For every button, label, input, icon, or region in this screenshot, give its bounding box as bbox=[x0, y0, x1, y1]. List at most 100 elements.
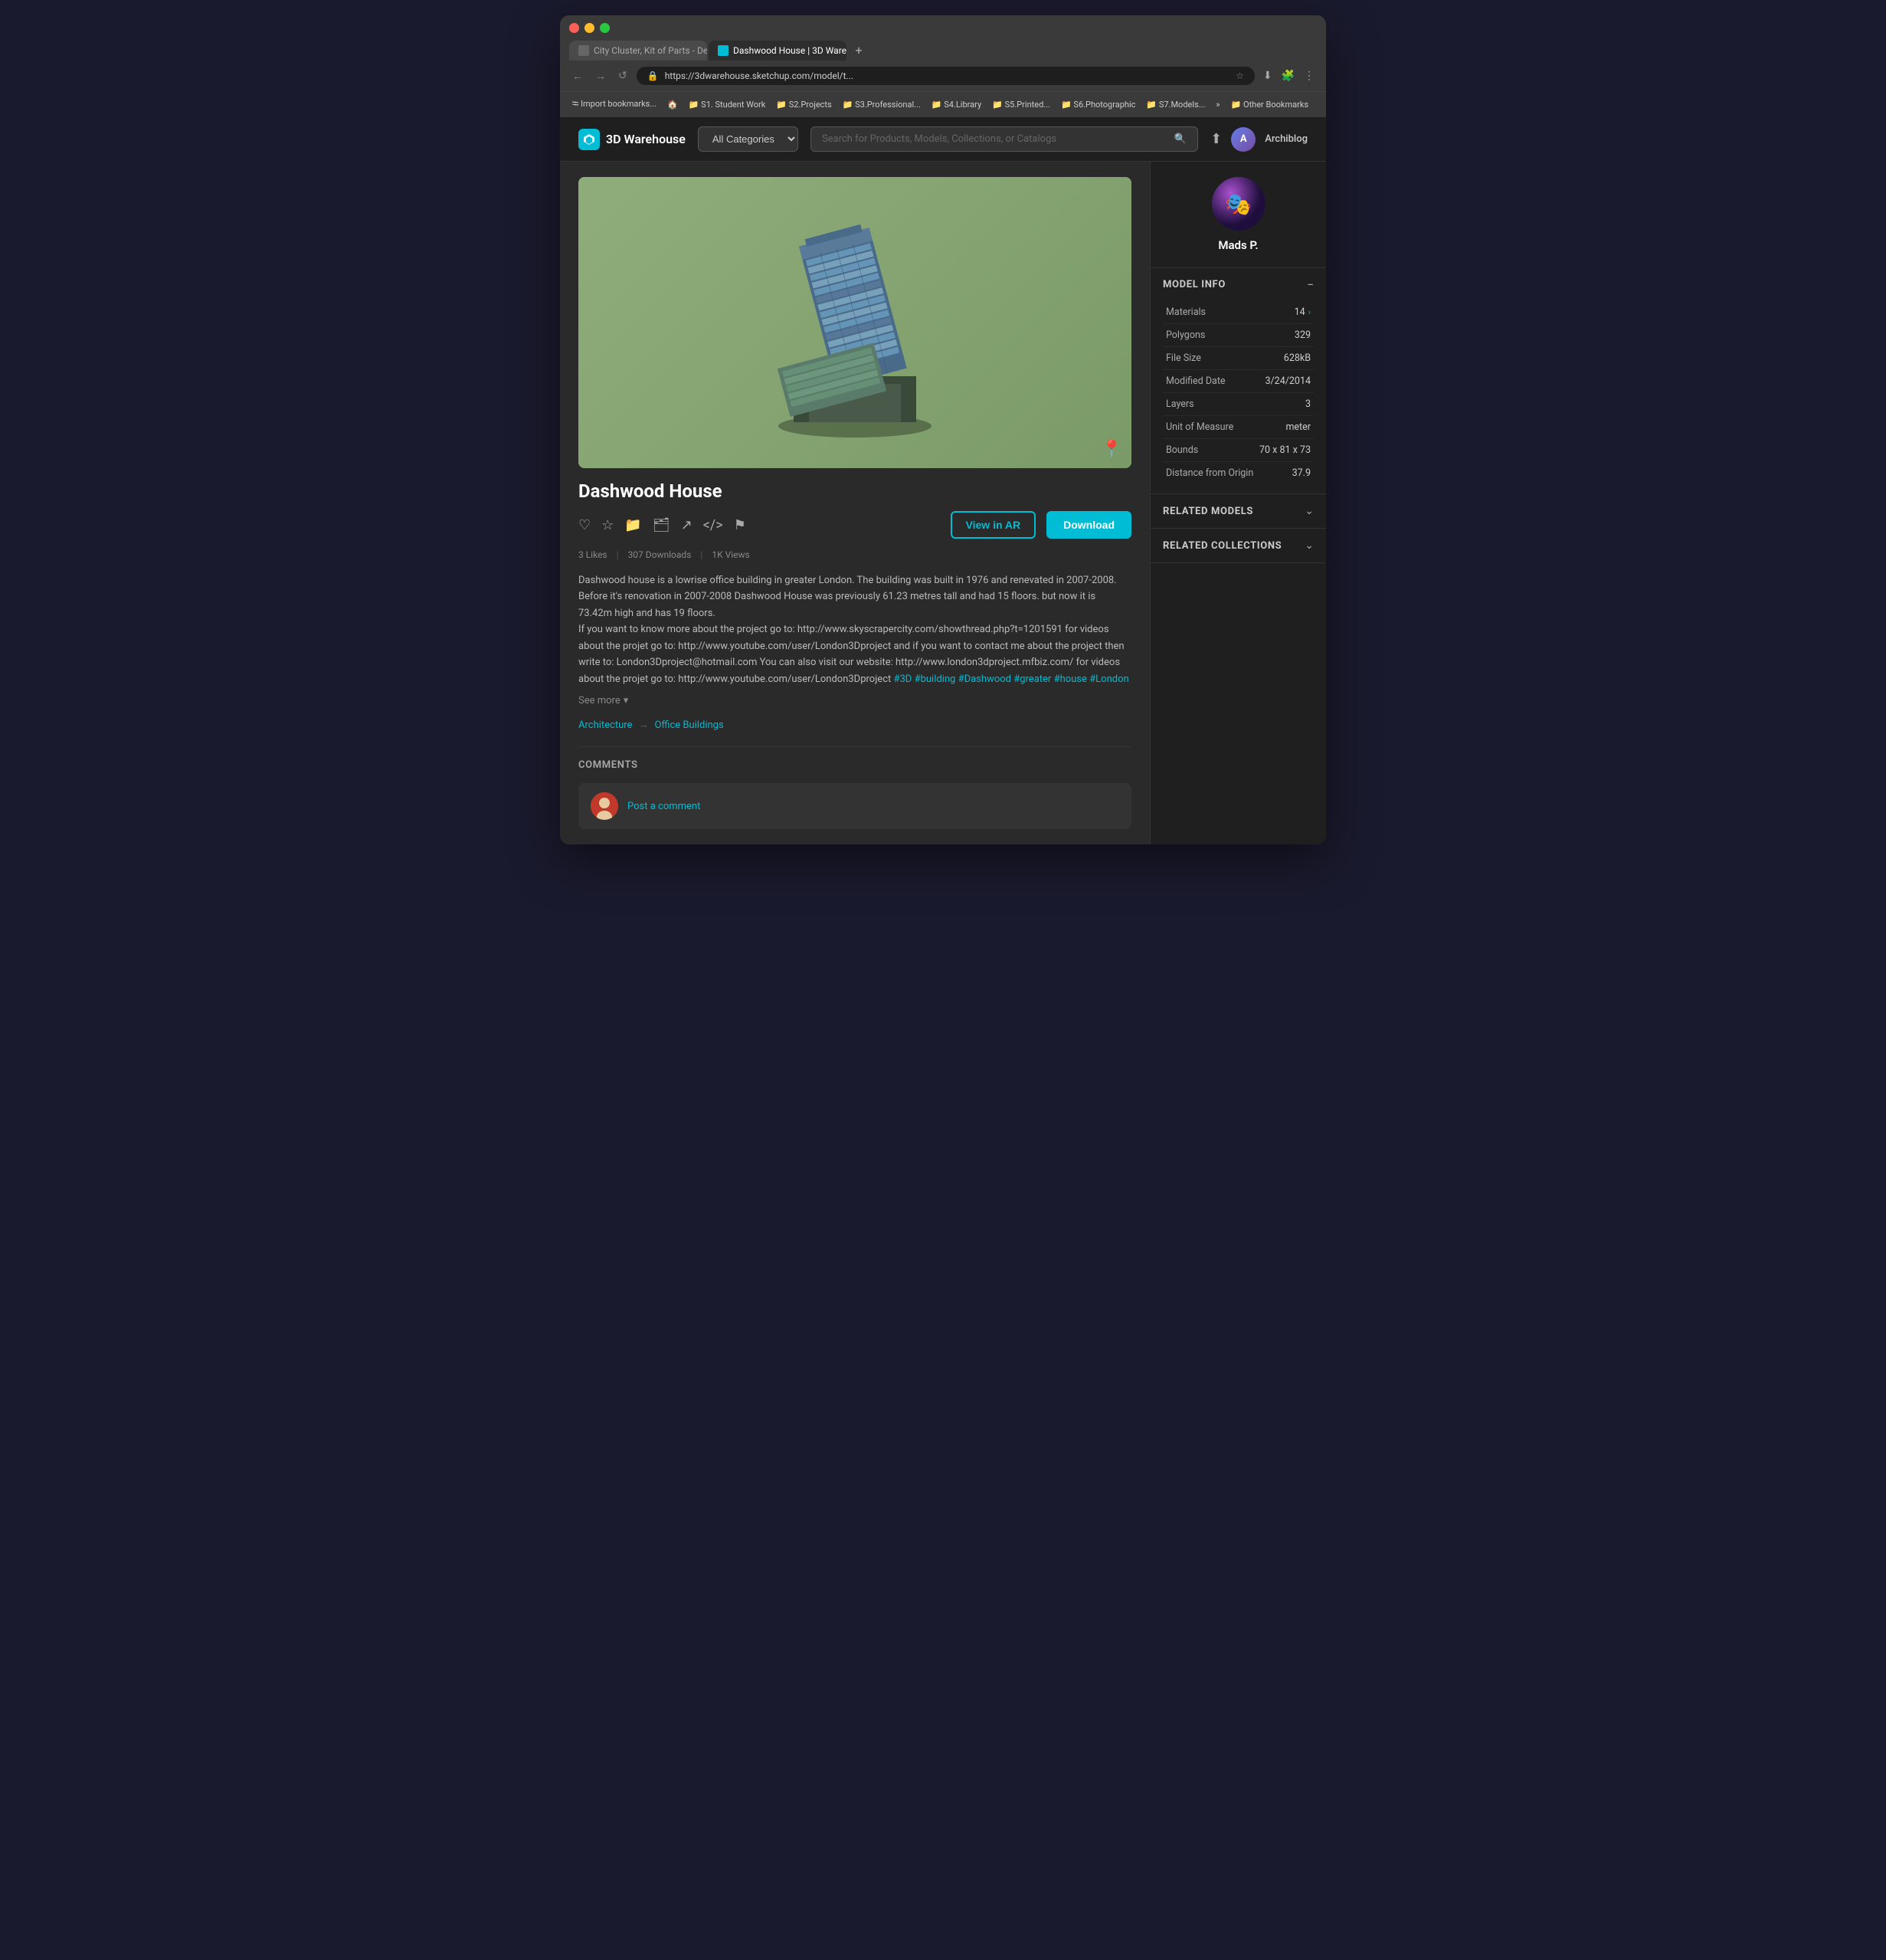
upload-icon[interactable]: ⬆ bbox=[1210, 131, 1222, 147]
traffic-lights bbox=[569, 23, 1317, 33]
materials-arrow[interactable]: › bbox=[1308, 307, 1311, 317]
breadcrumb-parent[interactable]: Architecture bbox=[578, 719, 632, 731]
author-avatar[interactable]: 🎭 bbox=[1212, 177, 1266, 231]
bookmark-other[interactable]: 📁 Other Bookmarks bbox=[1228, 98, 1312, 111]
collapse-model-info-button[interactable]: − bbox=[1307, 277, 1314, 292]
tag-greater[interactable]: #greater bbox=[1013, 674, 1051, 685]
search-icon[interactable]: 🔍 bbox=[1174, 133, 1187, 145]
distance-label: Distance from Origin bbox=[1166, 467, 1253, 479]
downloads-stat: 307 Downloads bbox=[628, 549, 692, 560]
site-header: 3D Warehouse All Categories Search for P… bbox=[560, 117, 1326, 162]
info-row-bounds: Bounds 70 x 81 x 73 bbox=[1163, 439, 1314, 462]
tag-london[interactable]: #London bbox=[1089, 674, 1129, 685]
bookmark-import[interactable]: ⭾ Import bookmarks... bbox=[569, 96, 660, 113]
archive-icon[interactable]: 🗂 bbox=[653, 517, 670, 533]
site-logo[interactable]: 3D Warehouse bbox=[578, 129, 686, 150]
download-button[interactable]: Download bbox=[1046, 511, 1131, 539]
see-more-button[interactable]: See more ▾ bbox=[578, 695, 1131, 706]
filesize-value: 628kB bbox=[1284, 352, 1311, 364]
header-right: ⬆ A Archiblog bbox=[1210, 127, 1308, 152]
distance-value: 37.9 bbox=[1292, 467, 1311, 479]
download-icon[interactable]: ⬇ bbox=[1261, 67, 1275, 84]
fullscreen-traffic-light[interactable] bbox=[600, 23, 610, 33]
share-icon[interactable]: ↗ bbox=[681, 517, 693, 533]
building-illustration bbox=[740, 200, 970, 445]
model-image-container: 📍 bbox=[578, 177, 1131, 468]
address-bar[interactable]: 🔒 https://3dwarehouse.sketchup.com/model… bbox=[637, 67, 1255, 85]
search-placeholder: Search for Products, Models, Collections… bbox=[822, 133, 1056, 145]
tab-favicon-city bbox=[578, 45, 589, 56]
layers-label: Layers bbox=[1166, 398, 1194, 410]
bookmark-s6[interactable]: 📁 S6.Photographic bbox=[1058, 98, 1138, 111]
tag-dashwood[interactable]: #Dashwood bbox=[958, 674, 1011, 685]
user-avatar[interactable]: A bbox=[1231, 127, 1256, 152]
model-description: Dashwood house is a lowrise office build… bbox=[578, 572, 1131, 687]
category-select[interactable]: All Categories bbox=[698, 126, 798, 152]
like-icon[interactable]: ♡ bbox=[578, 517, 591, 533]
star-bookmark-icon[interactable]: ☆ bbox=[1236, 70, 1244, 81]
folder-icon[interactable]: 📁 bbox=[624, 517, 641, 533]
info-row-layers: Layers 3 bbox=[1163, 393, 1314, 416]
model-image bbox=[578, 177, 1131, 468]
tab-city-cluster[interactable]: City Cluster, Kit of Parts - Desig... ✕ bbox=[569, 41, 707, 61]
model-info-title: MODEL INFO bbox=[1163, 279, 1226, 290]
bounds-label: Bounds bbox=[1166, 444, 1198, 456]
main-content: 📍 Dashwood House ♡ ☆ 📁 🗂 ↗ </> ⚑ View in… bbox=[560, 162, 1326, 844]
tab-label-dashwood: Dashwood House | 3D Wareho... bbox=[733, 45, 846, 56]
bookmark-s3[interactable]: 📁 S3.Professional... bbox=[840, 98, 924, 111]
bookmark-s2[interactable]: 📁 S2.Projects bbox=[773, 98, 834, 111]
bookmark-more[interactable]: » bbox=[1213, 98, 1223, 111]
chevron-down-icon: ▾ bbox=[624, 695, 629, 706]
model-info-header: MODEL INFO − bbox=[1163, 277, 1314, 292]
post-comment-link[interactable]: Post a comment bbox=[627, 801, 700, 812]
extensions-icon[interactable]: 🧩 bbox=[1279, 67, 1297, 84]
bookmark-s7[interactable]: 📁 S7.Models... bbox=[1143, 98, 1208, 111]
browser-window: City Cluster, Kit of Parts - Desig... ✕ … bbox=[560, 15, 1326, 844]
code-icon[interactable]: </> bbox=[703, 517, 723, 533]
minimize-traffic-light[interactable] bbox=[584, 23, 594, 33]
polygons-value: 329 bbox=[1295, 329, 1311, 341]
tag-3d[interactable]: #3D bbox=[894, 674, 912, 685]
related-models-title: RELATED MODELS bbox=[1163, 506, 1253, 517]
username[interactable]: Archiblog bbox=[1265, 133, 1308, 145]
new-tab-button[interactable]: + bbox=[848, 39, 869, 61]
browser-toolbar: ← → ↺ 🔒 https://3dwarehouse.sketchup.com… bbox=[560, 61, 1326, 91]
bookmark-s4[interactable]: 📁 S4.Library bbox=[928, 98, 984, 111]
author-name[interactable]: Mads P. bbox=[1218, 238, 1258, 252]
star-icon[interactable]: ☆ bbox=[601, 517, 614, 533]
reload-button[interactable]: ↺ bbox=[615, 68, 630, 84]
flag-icon[interactable]: ⚑ bbox=[734, 517, 746, 533]
related-collections-chevron: ⌄ bbox=[1305, 539, 1314, 552]
tag-building[interactable]: #building bbox=[915, 674, 956, 685]
tag-house[interactable]: #house bbox=[1054, 674, 1087, 685]
search-bar[interactable]: Search for Products, Models, Collections… bbox=[810, 126, 1198, 152]
bookmark-home[interactable]: 🏠 bbox=[664, 98, 681, 111]
stats-sep-1: | bbox=[617, 549, 619, 560]
breadcrumb-child[interactable]: Office Buildings bbox=[654, 719, 723, 731]
browser-tabs: City Cluster, Kit of Parts - Desig... ✕ … bbox=[569, 39, 1317, 61]
see-more-label: See more bbox=[578, 695, 620, 706]
breadcrumb: Architecture → Office Buildings bbox=[578, 719, 1131, 731]
bookmark-s1[interactable]: 📁 S1. Student Work bbox=[686, 98, 769, 111]
view-ar-button[interactable]: View in AR bbox=[951, 511, 1036, 539]
site-logo-text: 3D Warehouse bbox=[606, 132, 686, 146]
model-info-section: MODEL INFO − Materials 14 › Polygons 329 bbox=[1151, 268, 1326, 494]
related-collections-section[interactable]: RELATED COLLECTIONS ⌄ bbox=[1151, 529, 1326, 563]
bookmark-s5[interactable]: 📁 S5.Printed... bbox=[989, 98, 1053, 111]
related-collections-title: RELATED COLLECTIONS bbox=[1163, 540, 1282, 552]
info-row-filesize: File Size 628kB bbox=[1163, 347, 1314, 370]
forward-button[interactable]: → bbox=[592, 68, 609, 84]
related-models-chevron: ⌄ bbox=[1305, 505, 1314, 517]
info-row-polygons: Polygons 329 bbox=[1163, 324, 1314, 347]
modified-label: Modified Date bbox=[1166, 375, 1226, 387]
address-text: https://3dwarehouse.sketchup.com/model/t… bbox=[665, 70, 1230, 81]
website-content: 3D Warehouse All Categories Search for P… bbox=[560, 117, 1326, 844]
related-models-section[interactable]: RELATED MODELS ⌄ bbox=[1151, 494, 1326, 529]
logo-icon bbox=[578, 129, 600, 150]
close-traffic-light[interactable] bbox=[569, 23, 579, 33]
back-button[interactable]: ← bbox=[569, 68, 586, 84]
tab-dashwood[interactable]: Dashwood House | 3D Wareho... ✕ bbox=[709, 41, 846, 61]
location-pin: 📍 bbox=[1102, 440, 1122, 459]
menu-icon[interactable]: ⋮ bbox=[1302, 67, 1317, 84]
comment-input-area: Post a comment bbox=[578, 783, 1131, 829]
